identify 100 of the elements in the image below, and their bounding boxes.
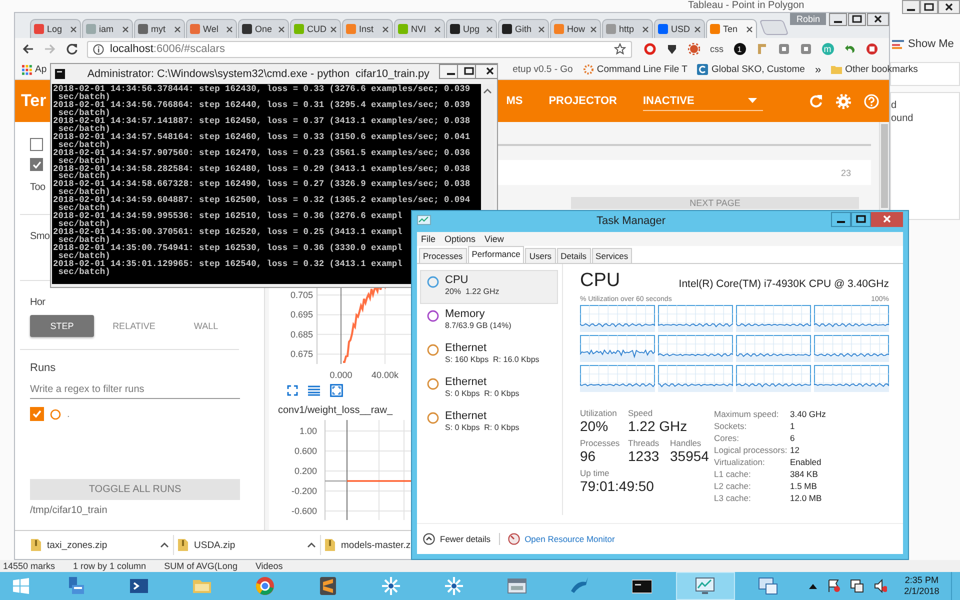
axis-toggle[interactable]: STEP [30,315,94,337]
menu-item[interactable]: View [484,234,504,244]
console-line: 2018-02-01 14:34:57.548164: step 162460, loss = 0.33 (3150.6 examples/sec; 0.041 [53,134,470,142]
status-text: SUM of AVG(Long [164,560,238,572]
bookmark[interactable]: Command Line File T [582,64,688,75]
tab[interactable]: Details [556,248,591,263]
tick-label: 0.685 [290,329,313,340]
browser-tab[interactable]: http [602,19,653,38]
tab[interactable]: Services [592,248,632,263]
browser-tab[interactable]: CUD [290,19,341,38]
tick-label: 0.200 [294,466,317,476]
browser-tab[interactable]: Gith [498,19,549,38]
console-line: sec/batch) [58,126,110,134]
download-name[interactable]: USDA.zip [194,540,236,550]
spec-label: L3 cache: [714,493,752,503]
menu-item[interactable]: File [421,234,436,244]
spec-value: 3.40 GHz [790,409,826,419]
spec-value: 1 [790,421,795,431]
chart-title: conv1/weight_loss__raw_ [278,405,393,416]
resource-item[interactable]: Ethernet S: 0 Kbps R: 0 Kbps [420,406,558,440]
stat-label: Speed [628,408,654,418]
console-line: 2018-02-01 14:34:57.141887: step 162450, loss = 0.37 (3413.1 examples/sec; 0.038 [53,118,470,126]
window-title: Administrator: C:\Windows\system32\cmd.exe - python cifar10_train.py [87,68,430,80]
stat-label: Threads [628,438,660,448]
browser-tab[interactable]: Log [30,19,81,38]
resource-name: CPU [445,274,470,286]
spec-value: 12.0 MB [790,493,822,503]
extension-button[interactable]: css [710,44,724,54]
browser-tab[interactable]: USD [654,19,705,38]
status-text: 1 row by 1 column [73,560,146,572]
tab[interactable]: Performance [468,246,524,263]
clock-date[interactable]: 2/1/2018 [904,586,940,597]
browser-tab[interactable]: iam [82,19,133,38]
section-label: Smo [30,231,50,242]
tab[interactable]: Users [525,248,556,263]
console-line: 2018-02-01 14:34:56.378444: step 162430, loss = 0.33 (3276.6 examples/sec; 0.039 [53,86,470,94]
console-line: sec/batch) [58,221,110,230]
show-me-label[interactable]: Show Me [908,38,954,50]
fewer-details-button[interactable]: Fewer details [440,534,491,544]
browser-tab[interactable]: One [238,19,289,38]
tick-label: 0.695 [290,310,313,320]
tick-label: 0.600 [294,446,317,456]
spec-label: L2 cache: [714,481,752,491]
status-text: Videos [255,560,283,572]
resource-detail: 8.7/63.9 GB (14%) [445,321,512,330]
stat-value: 79:01:49:50 [580,478,655,495]
browser-tab[interactable]: How [550,19,601,38]
console-line: sec/batch) [58,253,110,261]
bookmark-folder[interactable]: Other bookmarks [831,64,918,75]
resource-item[interactable]: Memory 8.7/63.9 GB (14%) [420,304,558,338]
tick-label: -0.200 [291,486,317,496]
stat-value: 35954 [670,448,710,465]
bookmark[interactable]: Ap [22,64,47,75]
tick-label: 40.00k [371,370,399,380]
more-bookmarks-button[interactable]: » [814,64,822,76]
browser-tab[interactable]: myt [134,19,185,38]
spec-label: Maximum speed: [714,409,780,419]
console-line: sec/batch) [57,268,110,277]
clock-time[interactable]: 2:35 PM [904,575,938,586]
tick-label: -0.600 [291,506,317,516]
section-heading: CPU [580,270,620,292]
run-label: . [67,408,70,420]
resource-item[interactable]: Ethernet S: 160 Kbps R: 16.0 Kbps [420,338,558,372]
browser-tab[interactable]: Ten [706,19,757,38]
browser-tab[interactable]: Inst [342,19,393,38]
tab[interactable]: Processes [419,248,467,263]
console-line: 2018-02-01 14:34:57.907560: step 162470, loss = 0.23 (3561.5 examples/sec; 0.036 [53,150,470,158]
menu-item[interactable]: Options [444,234,476,244]
console-line: sec/batch) [58,94,110,102]
resource-item[interactable]: Ethernet S: 0 Kbps R: 0 Kbps [420,372,558,406]
spec-value: 12 [790,445,800,455]
resource-name: Ethernet [445,410,488,422]
spec-value: Enabled [790,457,822,467]
resource-name: Ethernet [445,342,488,354]
section-label: Hor [30,297,46,308]
console-line: sec/batch) [58,237,110,246]
bookmark[interactable]: Global SKO, Custome [697,64,805,75]
axis-toggle[interactable]: WALL [174,315,238,337]
extension-button[interactable]: 1 [734,43,746,55]
runs-heading: Runs [30,362,56,374]
pane-text: ound [891,112,914,125]
spec-label: Sockets: [714,421,748,431]
tick-label: 1.00 [299,426,317,436]
console-line: sec/batch) [58,173,110,182]
bookmark[interactable]: etup v0.5 - Go [512,64,573,75]
stat-value: 1233 [628,448,660,465]
spec-value: 384 KB [790,469,818,479]
resource-item[interactable]: CPU 20% 1.22 GHz [420,270,558,304]
download-name[interactable]: taxi_zones.zip [47,540,108,550]
resource-monitor-link[interactable]: Open Resource Monitor [524,534,615,544]
resource-name: Memory [445,308,486,320]
axis-toggle[interactable]: RELATIVE [102,315,166,337]
address-bar[interactable]: localhost:6006/#scalars [87,40,632,58]
browser-tab[interactable]: NVI [394,19,445,38]
pane-text: d [891,99,898,112]
download-name[interactable]: models-master.z [341,540,411,550]
browser-tab[interactable]: Upg [446,19,497,38]
resource-detail: 20% 1.22 GHz [445,287,500,296]
browser-tab[interactable]: Wel [186,19,237,38]
console-line: sec/batch) [58,158,110,166]
